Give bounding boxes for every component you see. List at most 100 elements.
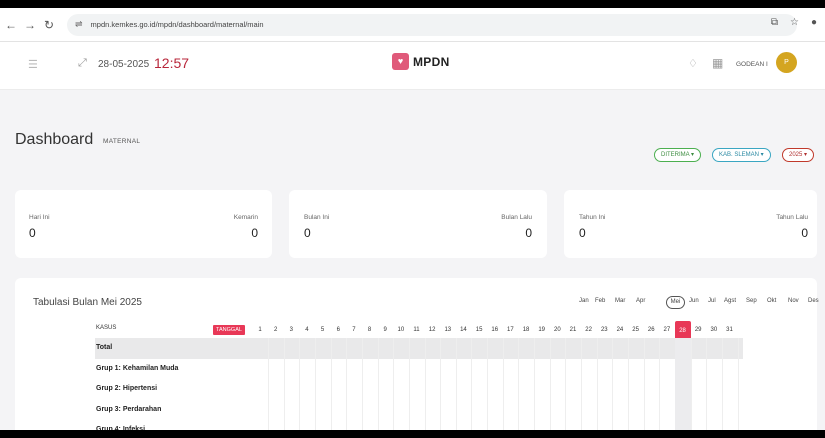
day-5: 5 bbox=[320, 327, 325, 333]
grid-line bbox=[596, 338, 598, 430]
grid-line bbox=[627, 338, 629, 430]
table-row: Grup 3: Perdarahan bbox=[96, 405, 162, 413]
month-mei[interactable]: Mei bbox=[666, 296, 685, 309]
current-date: 28-05-2025 bbox=[98, 59, 150, 70]
day-19: 19 bbox=[538, 327, 546, 333]
table-row: Grup 4: Infeksi bbox=[96, 426, 146, 430]
day-2: 2 bbox=[273, 327, 278, 333]
month-jul[interactable]: Jul bbox=[708, 298, 716, 304]
cast-icon[interactable]: ⧉ bbox=[771, 17, 778, 28]
stat-value-this-year: 0 bbox=[579, 226, 586, 240]
tabulation-panel: Tabulasi Bulan Mei 2025 Jan Feb Mar Apr Mei J… bbox=[15, 278, 819, 430]
day-21: 21 bbox=[569, 327, 577, 333]
grid-line bbox=[690, 338, 692, 430]
address-bar[interactable]: ⇌ mpdn.kemkes.go.id/mpdn/dashboard/mater… bbox=[67, 13, 797, 36]
menu-icon[interactable]: ☰ bbox=[28, 58, 38, 71]
total-row-background bbox=[95, 338, 743, 359]
apps-grid-icon[interactable]: ▦ bbox=[712, 56, 723, 70]
month-jun[interactable]: Jun bbox=[689, 298, 699, 304]
grid-line bbox=[565, 338, 567, 430]
reload-icon[interactable]: ↻ bbox=[41, 18, 57, 32]
month-apr[interactable]: Apr bbox=[636, 298, 645, 304]
month-des[interactable]: Des bbox=[808, 298, 819, 304]
stat-label-this-year: Tahun Ini bbox=[579, 214, 606, 221]
grid-line bbox=[502, 338, 504, 430]
day-6: 6 bbox=[336, 327, 340, 333]
grid-line bbox=[581, 338, 582, 430]
month-feb[interactable]: Feb bbox=[595, 298, 605, 304]
day-23: 23 bbox=[600, 327, 608, 333]
day-29: 29 bbox=[694, 327, 702, 333]
stat-label-last-month: Bulan Lalu bbox=[501, 214, 532, 221]
stat-card-yearly: Tahun Ini 0 Tahun Lalu 0 bbox=[564, 190, 817, 258]
grid-line bbox=[440, 338, 442, 430]
month-nov[interactable]: Nov bbox=[788, 298, 799, 304]
grid-line bbox=[299, 338, 301, 430]
day-3: 3 bbox=[289, 327, 293, 333]
grid-line bbox=[330, 338, 332, 430]
tabulation-grid bbox=[95, 338, 743, 430]
forward-icon[interactable]: → bbox=[22, 18, 38, 32]
grid-line bbox=[393, 338, 395, 430]
month-okt[interactable]: Okt bbox=[767, 298, 776, 304]
day-28: 28 bbox=[674, 321, 691, 338]
stat-value-last-month: 0 bbox=[525, 226, 532, 240]
profile-icon[interactable]: ● bbox=[811, 17, 817, 28]
fullscreen-icon[interactable]: ⤢ bbox=[78, 57, 87, 70]
grid-line bbox=[706, 338, 708, 430]
month-sep[interactable]: Sep bbox=[746, 298, 757, 304]
day-31: 31 bbox=[726, 327, 733, 333]
day-14: 14 bbox=[460, 327, 467, 333]
grid-line bbox=[518, 338, 520, 430]
user-name[interactable]: GODEAN I bbox=[736, 61, 768, 68]
grid-line bbox=[377, 338, 379, 430]
grid-line bbox=[659, 338, 661, 430]
stat-value-today: 0 bbox=[29, 226, 36, 240]
site-settings-icon[interactable]: ⇌ bbox=[75, 19, 83, 30]
day-24: 24 bbox=[616, 327, 624, 333]
tabulation-title: Tabulasi Bulan Mei 2025 bbox=[33, 297, 142, 308]
avatar[interactable]: P bbox=[776, 52, 797, 73]
year-filter[interactable]: 2025 ▾ bbox=[782, 148, 815, 162]
day-4: 4 bbox=[305, 327, 309, 333]
page-title: Dashboard bbox=[15, 131, 94, 148]
grid-line bbox=[737, 338, 739, 430]
back-icon[interactable]: ← bbox=[3, 18, 19, 32]
day-13: 13 bbox=[444, 327, 452, 333]
grid-line bbox=[361, 338, 363, 430]
day-8: 8 bbox=[367, 327, 372, 333]
month-jan[interactable]: Jan bbox=[579, 298, 589, 304]
grid-line bbox=[487, 338, 489, 430]
table-row: Grup 1: Kehamilan Muda bbox=[96, 364, 179, 372]
day-1: 1 bbox=[258, 327, 262, 333]
app-logo[interactable]: ♥ MPDN bbox=[392, 53, 450, 70]
stat-card-monthly: Bulan Ini 0 Bulan Lalu 0 bbox=[289, 190, 547, 258]
region-filter[interactable]: KAB. SLEMAN ▾ bbox=[712, 148, 771, 162]
day-18: 18 bbox=[522, 327, 530, 333]
column-header-tanggal: TANGGAL bbox=[213, 325, 245, 335]
day-20: 20 bbox=[554, 327, 561, 333]
day-27: 27 bbox=[663, 327, 671, 333]
bookmark-star-icon[interactable]: ☆ bbox=[790, 17, 799, 28]
stat-label-yesterday: Kemarin bbox=[233, 214, 258, 221]
day-26: 26 bbox=[647, 327, 655, 333]
day-22: 22 bbox=[585, 327, 592, 333]
month-mar[interactable]: Mar bbox=[615, 298, 625, 304]
bell-icon[interactable]: ♢ bbox=[688, 57, 698, 70]
current-time: 12:57 bbox=[154, 55, 190, 71]
today-column bbox=[674, 338, 691, 430]
month-agst[interactable]: Agst bbox=[724, 298, 736, 304]
grid-line bbox=[424, 338, 426, 430]
status-filter[interactable]: DITERIMA ▾ bbox=[654, 148, 702, 162]
grid-line bbox=[471, 338, 473, 430]
grid-line bbox=[283, 338, 285, 430]
day-25: 25 bbox=[632, 327, 639, 333]
app-header: ☰ ⤢ 28-05-2025 12:57 ♥ MPDN ♢ ▦ GODEAN I… bbox=[0, 42, 825, 90]
day-9: 9 bbox=[383, 327, 387, 333]
table-row: Grup 2: Hipertensi bbox=[96, 385, 158, 392]
grid-line bbox=[534, 338, 536, 430]
stat-label-today: Hari Ini bbox=[29, 214, 50, 221]
day-17: 17 bbox=[507, 327, 514, 333]
stat-value-yesterday: 0 bbox=[251, 226, 258, 240]
day-30: 30 bbox=[710, 327, 718, 333]
